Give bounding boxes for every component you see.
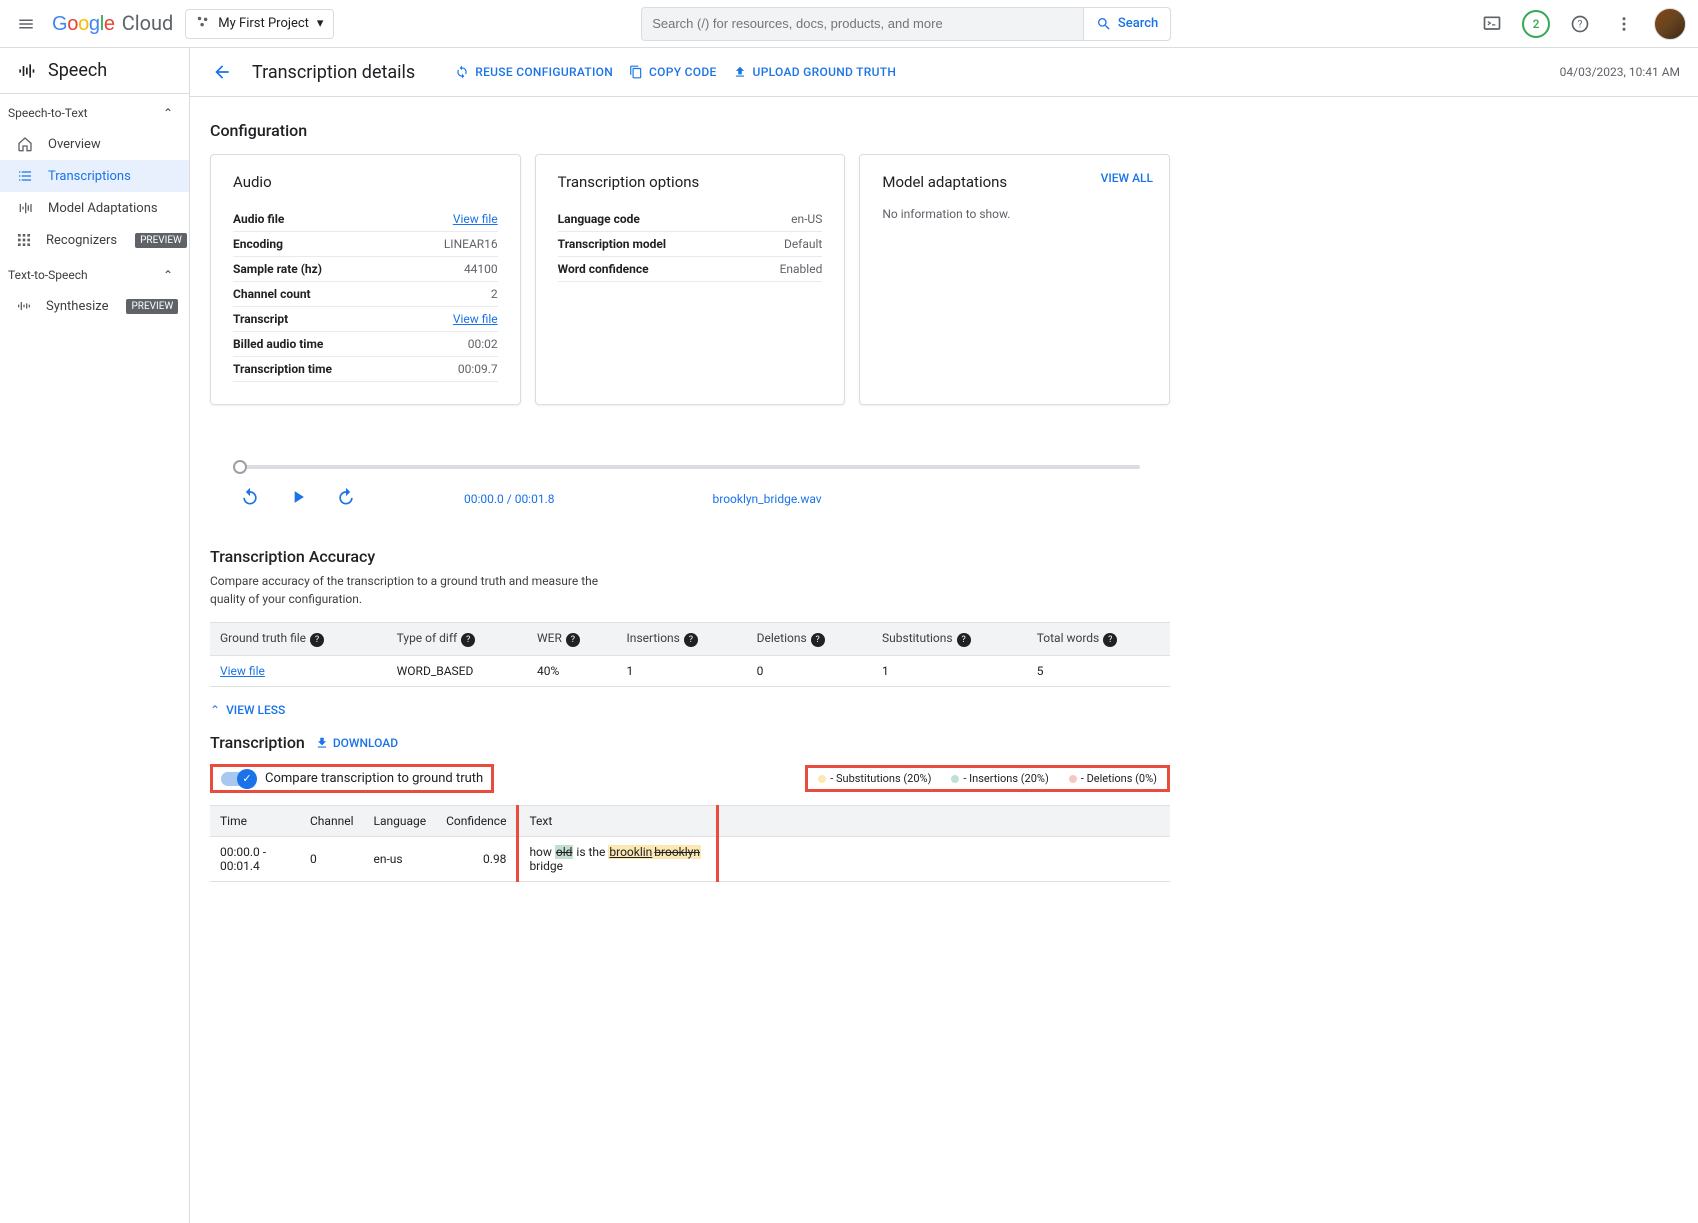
accuracy-title: Transcription Accuracy — [210, 547, 1170, 566]
forward-button[interactable] — [336, 487, 356, 511]
rewind-button[interactable] — [240, 487, 260, 511]
refresh-icon — [455, 65, 469, 79]
gcp-logo[interactable]: Google Cloud — [52, 11, 173, 36]
audio-card: Audio Audio fileView file EncodingLINEAR… — [210, 154, 521, 405]
upload-icon — [733, 65, 747, 79]
download-button[interactable]: DOWNLOAD — [315, 736, 398, 750]
nav-synthesize[interactable]: Synthesize PREVIEW — [0, 290, 189, 322]
inserted-word: old — [555, 845, 574, 859]
product-header[interactable]: Speech — [0, 48, 189, 94]
compare-label: Compare transcription to ground truth — [265, 771, 483, 786]
transcription-text-highlight: how old is the brooklinbrooklyn bridge — [518, 837, 718, 882]
config-title: Configuration — [210, 121, 1170, 140]
help-icon[interactable]: ? — [684, 633, 698, 647]
audio-slider[interactable] — [240, 465, 1140, 469]
legend-del: - Deletions (0%) — [1069, 772, 1157, 785]
search-box[interactable]: Search — [641, 7, 1171, 41]
chevron-up-icon: ⌃ — [210, 703, 220, 717]
help-icon[interactable]: ? — [566, 633, 580, 647]
preview-badge: PREVIEW — [126, 299, 178, 314]
nav-model-adaptations[interactable]: Model Adaptations — [0, 192, 189, 224]
project-selector[interactable]: My First Project ▾ — [185, 9, 334, 39]
section-stt[interactable]: Speech-to-Text ⌃ — [0, 94, 189, 128]
download-icon — [315, 736, 329, 750]
copy-code-button[interactable]: COPY CODE — [629, 65, 717, 79]
nav-recognizers[interactable]: Recognizers PREVIEW — [0, 224, 189, 256]
chevron-up-icon: ⌃ — [163, 268, 173, 282]
legend-ins: - Insertions (20%) — [951, 772, 1048, 785]
slider-thumb[interactable] — [233, 460, 247, 474]
transcription-table: Time Channel Language Confidence Text 00… — [210, 805, 1170, 882]
help-icon[interactable]: ? — [461, 633, 475, 647]
nav-transcriptions[interactable]: Transcriptions — [0, 160, 189, 192]
help-icon[interactable]: ? — [957, 633, 971, 647]
view-less-button[interactable]: ⌃ VIEW LESS — [210, 703, 1170, 717]
avatar[interactable] — [1654, 8, 1686, 40]
speech-icon — [16, 61, 36, 81]
top-bar: Google Cloud My First Project ▾ Search 2… — [0, 0, 1698, 48]
menu-icon[interactable] — [12, 10, 40, 38]
dropdown-icon: ▾ — [317, 16, 324, 31]
legend-highlight: - Substitutions (20%) - Insertions (20%)… — [805, 765, 1170, 792]
page-title: Transcription details — [252, 62, 415, 83]
audio-card-title: Audio — [233, 173, 498, 191]
reuse-config-button[interactable]: REUSE CONFIGURATION — [455, 65, 613, 79]
project-icon — [196, 15, 210, 33]
accuracy-table: Ground truth file? Type of diff? WER? In… — [210, 622, 1170, 687]
help-icon[interactable]: ? — [1566, 10, 1594, 38]
play-button[interactable] — [288, 487, 308, 511]
view-all-button[interactable]: VIEW ALL — [1101, 171, 1153, 185]
table-row: View file WORD_BASED 40% 1 0 1 5 — [210, 656, 1170, 687]
list-icon — [16, 168, 34, 184]
trial-badge[interactable]: 2 — [1522, 10, 1550, 38]
compare-toggle[interactable]: ✓ — [221, 772, 255, 786]
help-icon[interactable]: ? — [1103, 633, 1117, 647]
options-card: Transcription options Language codeen-US… — [535, 154, 846, 405]
audio-player: 00:00.0 / 00:01.8 brooklyn_bridge.wav — [210, 435, 1170, 521]
upload-truth-button[interactable]: UPLOAD GROUND TRUTH — [733, 65, 897, 79]
search-input[interactable] — [642, 16, 1083, 31]
preview-badge: PREVIEW — [135, 233, 187, 248]
section-tts[interactable]: Text-to-Speech ⌃ — [0, 256, 189, 290]
options-card-title: Transcription options — [558, 173, 823, 191]
nav-overview[interactable]: Overview — [0, 128, 189, 160]
legend-sub: - Substitutions (20%) — [818, 772, 931, 785]
page-header: Transcription details REUSE CONFIGURATIO… — [190, 48, 1698, 97]
cloud-shell-icon[interactable] — [1478, 10, 1506, 38]
svg-text:?: ? — [1578, 19, 1583, 30]
player-file: brooklyn_bridge.wav — [713, 492, 822, 506]
grid-icon — [16, 232, 32, 248]
back-arrow-icon[interactable] — [208, 58, 236, 86]
project-name: My First Project — [218, 16, 309, 31]
copy-icon — [629, 65, 643, 79]
sidebar: Speech Speech-to-Text ⌃ Overview Transcr… — [0, 48, 190, 1223]
empty-text: No information to show. — [882, 207, 1147, 221]
check-icon: ✓ — [237, 769, 257, 789]
table-row: 00:00.0 - 00:01.4 0 en-us 0.98 how old i… — [210, 837, 1170, 882]
tune-icon — [16, 200, 34, 216]
adaptations-card: Model adaptations VIEW ALL No informatio… — [859, 154, 1170, 405]
substituted-word-strike: brooklyn — [653, 845, 701, 859]
more-icon[interactable] — [1610, 10, 1638, 38]
search-button[interactable]: Search — [1083, 8, 1170, 40]
compare-toggle-highlight: ✓ Compare transcription to ground truth — [210, 764, 494, 793]
wave-icon — [16, 298, 32, 314]
transcript-file-link[interactable]: View file — [453, 312, 498, 326]
help-icon[interactable]: ? — [811, 633, 825, 647]
help-icon[interactable]: ? — [310, 633, 324, 647]
transcription-title: Transcription — [210, 733, 305, 752]
accuracy-desc: Compare accuracy of the transcription to… — [210, 572, 610, 608]
audio-file-link[interactable]: View file — [453, 212, 498, 226]
gt-file-link[interactable]: View file — [220, 664, 265, 678]
search-icon — [1096, 16, 1112, 32]
text-header-highlight: Text — [518, 806, 718, 837]
substituted-word: brooklin — [608, 845, 653, 859]
player-time: 00:00.0 / 00:01.8 — [464, 492, 555, 506]
main: Transcription details REUSE CONFIGURATIO… — [190, 48, 1698, 1223]
timestamp: 04/03/2023, 10:41 AM — [1560, 65, 1680, 79]
chevron-up-icon: ⌃ — [163, 106, 173, 120]
home-icon — [16, 136, 34, 152]
